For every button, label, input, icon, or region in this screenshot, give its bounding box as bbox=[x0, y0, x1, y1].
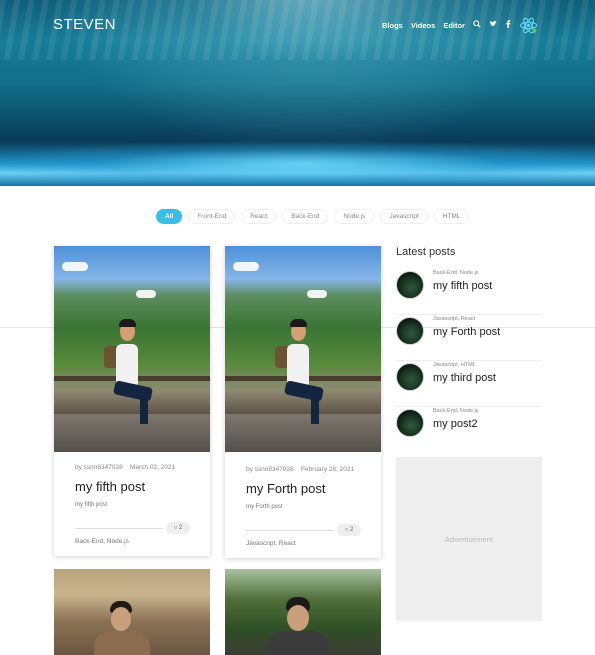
post-date: March 02, 2021 bbox=[129, 464, 176, 471]
filter-html[interactable]: HTML bbox=[433, 209, 470, 224]
post-tags: Javascript, HTML bbox=[433, 362, 476, 368]
post-divider bbox=[75, 528, 163, 529]
photo-wall bbox=[225, 414, 381, 452]
photo-cloud bbox=[307, 290, 327, 298]
photo-person-head bbox=[111, 607, 131, 631]
photo-person-hair bbox=[119, 319, 136, 327]
photo-person bbox=[116, 344, 138, 386]
latest-post-item[interactable]: Javascript, React my Forth post bbox=[396, 315, 542, 361]
latest-post-item[interactable]: Back-End, Node.js my post2 bbox=[396, 407, 542, 453]
category-filters: All Front-End React Back-End Node.js Jav… bbox=[156, 209, 470, 224]
advertisement-label: Advertisement bbox=[445, 535, 493, 544]
post-card[interactable]: by ssnn8347028 February 28, 2021 my Fort… bbox=[225, 246, 381, 558]
facebook-icon[interactable] bbox=[505, 20, 511, 30]
post-title[interactable]: my Forth post bbox=[246, 481, 325, 496]
post-tags: Javascript, React bbox=[433, 316, 476, 322]
photo-wall bbox=[54, 414, 210, 452]
post-author: by ssnn8347028 bbox=[246, 466, 294, 473]
post-title[interactable]: my fifth post bbox=[433, 280, 492, 292]
post-photo[interactable] bbox=[54, 569, 210, 655]
photo-person bbox=[287, 344, 309, 386]
post-meta: by ssnn8347028 February 28, 2021 bbox=[246, 466, 354, 473]
nav-editor[interactable]: Editor bbox=[443, 21, 465, 30]
filter-react[interactable]: React bbox=[241, 209, 277, 224]
comment-count-badge[interactable]: ○ 2 bbox=[337, 524, 361, 536]
post-title[interactable]: my third post bbox=[433, 372, 496, 384]
latest-post-item[interactable]: Javascript, HTML my third post bbox=[396, 361, 542, 407]
twitter-icon[interactable] bbox=[489, 20, 497, 30]
post-excerpt: my Forth post bbox=[246, 504, 283, 510]
post-excerpt: my fifth post bbox=[75, 502, 108, 508]
post-thumbnail[interactable] bbox=[396, 317, 424, 345]
post-divider bbox=[246, 530, 334, 531]
post-card[interactable]: by ssnn8347028 March 02, 2021 my fifth p… bbox=[54, 246, 210, 556]
latest-post-item[interactable]: Back-End, Node.js my fifth post bbox=[396, 269, 542, 315]
post-tags: Javascript, React bbox=[246, 540, 296, 547]
post-tags: Back-End, Node.js bbox=[75, 538, 129, 545]
post-thumbnail[interactable] bbox=[396, 363, 424, 391]
main-nav: Blogs Videos Editor bbox=[382, 20, 511, 30]
photo-cloud bbox=[62, 262, 88, 271]
post-meta: by ssnn8347028 March 02, 2021 bbox=[75, 464, 175, 471]
photo-person-shin bbox=[311, 394, 319, 424]
comment-icon: ○ bbox=[344, 527, 349, 533]
nav-videos[interactable]: Videos bbox=[411, 21, 435, 30]
latest-posts-title: Latest posts bbox=[396, 246, 456, 258]
photo-cloud bbox=[136, 290, 156, 298]
react-logo-icon[interactable] bbox=[519, 16, 538, 35]
photo-person-shirt bbox=[94, 631, 150, 655]
hero-glow bbox=[0, 140, 595, 180]
post-photo[interactable] bbox=[54, 246, 210, 452]
post-date: February 28, 2021 bbox=[300, 466, 355, 473]
post-title[interactable]: my post2 bbox=[433, 418, 478, 430]
post-photo[interactable] bbox=[225, 569, 381, 655]
comment-icon: ○ bbox=[173, 525, 178, 531]
comment-count-badge[interactable]: ○ 2 bbox=[166, 522, 190, 534]
filter-javascript[interactable]: Javascript bbox=[380, 209, 428, 224]
filter-all[interactable]: All bbox=[156, 209, 183, 224]
post-tags: Back-End, Node.js bbox=[433, 408, 479, 414]
search-icon[interactable] bbox=[473, 20, 481, 30]
comment-count: 2 bbox=[349, 527, 354, 533]
photo-person-head bbox=[287, 605, 309, 631]
comment-count: 2 bbox=[178, 525, 183, 531]
post-title[interactable]: my Forth post bbox=[433, 326, 500, 338]
filter-front-end[interactable]: Front-End bbox=[188, 209, 236, 224]
photo-person-shirt bbox=[267, 631, 329, 655]
post-thumbnail[interactable] bbox=[396, 409, 424, 437]
nav-blogs[interactable]: Blogs bbox=[382, 21, 403, 30]
filter-back-end[interactable]: Back-End bbox=[282, 209, 329, 224]
post-photo[interactable] bbox=[225, 246, 381, 452]
post-author: by ssnn8347028 bbox=[75, 464, 123, 471]
post-title[interactable]: my fifth post bbox=[75, 479, 145, 494]
photo-cloud bbox=[233, 262, 259, 271]
site-brand[interactable]: STEVEN bbox=[53, 16, 116, 33]
photo-person-shin bbox=[140, 394, 148, 424]
post-thumbnail[interactable] bbox=[396, 271, 424, 299]
advertisement-box[interactable]: Advertisement bbox=[396, 457, 542, 621]
post-tags: Back-End, Node.js bbox=[433, 270, 479, 276]
photo-person-hair bbox=[290, 319, 307, 327]
filter-nodejs[interactable]: Node.js bbox=[334, 209, 375, 224]
